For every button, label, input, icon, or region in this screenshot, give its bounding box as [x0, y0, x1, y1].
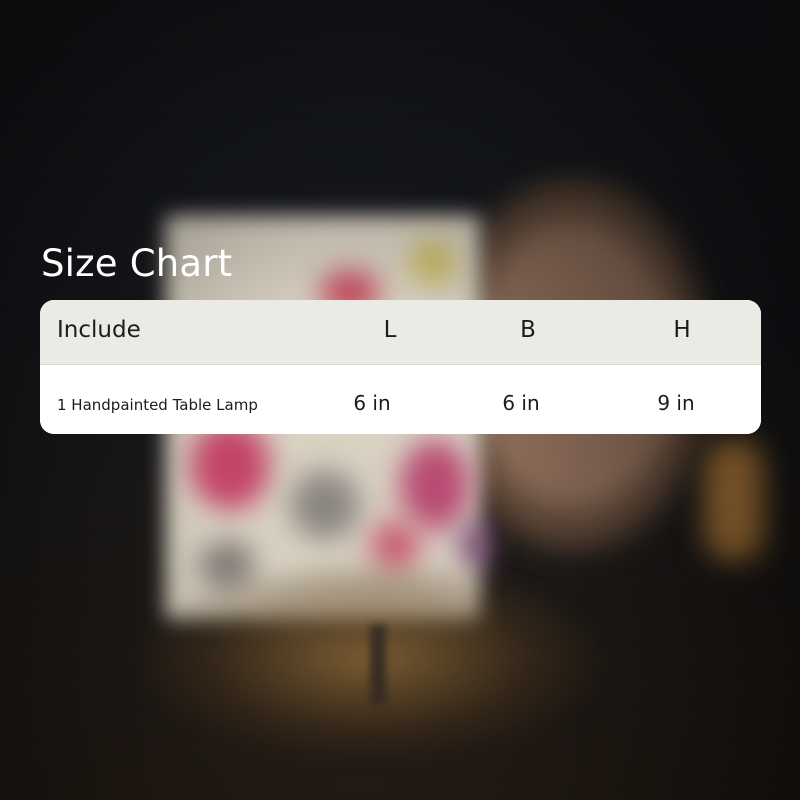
page-title: Size Chart — [41, 242, 233, 285]
table-row: 1 Handpainted Table Lamp 6 in 6 in 9 in — [40, 365, 761, 434]
size-chart-table: Include L B H 1 Handpainted Table Lamp 6… — [40, 300, 761, 434]
cell-length: 6 in — [353, 391, 391, 415]
table-header-row: Include L B H — [40, 300, 761, 365]
header-breadth: B — [520, 317, 536, 343]
header-length: L — [383, 317, 397, 343]
cell-height: 9 in — [657, 391, 695, 415]
header-include: Include — [57, 317, 141, 343]
cell-breadth: 6 in — [502, 391, 540, 415]
header-height: H — [673, 317, 691, 343]
cell-include: 1 Handpainted Table Lamp — [57, 396, 258, 414]
